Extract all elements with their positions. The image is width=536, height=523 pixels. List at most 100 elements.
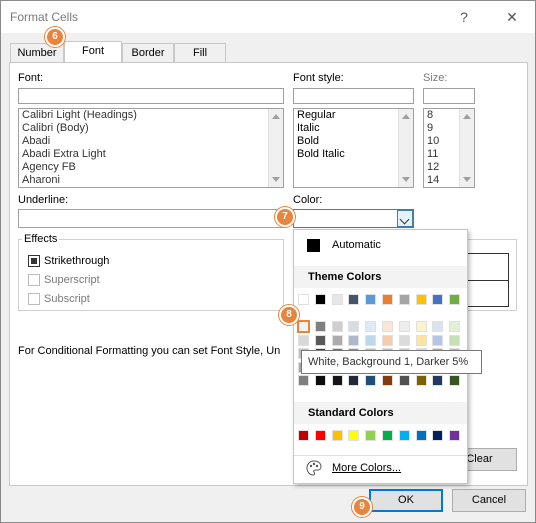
ok-button[interactable]: OK xyxy=(369,489,443,512)
font-list[interactable]: Calibri Light (Headings) Calibri (Body) … xyxy=(18,108,284,188)
tab-font[interactable]: Font xyxy=(64,41,122,64)
theme-shade-swatch[interactable] xyxy=(398,375,410,386)
theme-shade-swatch[interactable] xyxy=(331,334,343,346)
help-button[interactable]: ? xyxy=(453,7,475,27)
theme-color-swatch[interactable] xyxy=(382,294,393,305)
font-style-list[interactable]: Regular Italic Bold Bold Italic xyxy=(293,108,414,188)
standard-color-swatch[interactable] xyxy=(382,430,393,441)
font-input[interactable] xyxy=(18,88,284,104)
palette-icon xyxy=(306,460,322,476)
cancel-button[interactable]: Cancel xyxy=(452,489,526,512)
scroll-down-icon[interactable] xyxy=(272,177,280,182)
theme-shade-swatch[interactable] xyxy=(365,334,377,346)
theme-shade-swatch[interactable] xyxy=(314,375,326,386)
automatic-swatch[interactable] xyxy=(307,239,320,252)
list-item[interactable]: Bold Italic xyxy=(294,148,413,161)
theme-shade-swatch[interactable] xyxy=(298,375,309,386)
theme-shade-swatch[interactable] xyxy=(415,334,427,346)
list-item[interactable]: Agency FB xyxy=(19,161,283,174)
theme-shade-swatch[interactable] xyxy=(415,375,427,386)
step-badge-9: 9 xyxy=(352,497,372,517)
theme-shade-swatch[interactable] xyxy=(348,334,360,346)
theme-color-swatch[interactable] xyxy=(331,294,343,305)
list-item[interactable]: Calibri (Body) xyxy=(19,122,283,135)
theme-shade-swatch[interactable] xyxy=(348,375,360,386)
theme-color-swatch[interactable] xyxy=(365,294,377,305)
theme-shade-swatch[interactable] xyxy=(331,321,343,332)
theme-color-swatch[interactable] xyxy=(398,294,410,305)
standard-color-swatch[interactable] xyxy=(314,430,326,441)
superscript-label: Superscript xyxy=(44,274,100,286)
font-style-input[interactable] xyxy=(293,88,414,104)
theme-shade-swatch[interactable] xyxy=(449,334,461,346)
standard-color-swatch[interactable] xyxy=(432,430,444,441)
scroll-down-icon[interactable] xyxy=(402,177,410,182)
superscript-checkbox[interactable] xyxy=(28,274,40,286)
scroll-down-icon[interactable] xyxy=(463,177,471,182)
font-list-scrollbar[interactable] xyxy=(268,109,283,187)
size-list-scrollbar[interactable] xyxy=(459,109,474,187)
theme-shade-swatch[interactable] xyxy=(331,375,343,386)
color-dropdown-button[interactable] xyxy=(397,210,413,227)
theme-color-swatch[interactable] xyxy=(432,294,444,305)
theme-colors-heading: Theme Colors xyxy=(294,266,467,288)
theme-shade-swatch[interactable] xyxy=(432,375,444,386)
theme-shade-swatch[interactable] xyxy=(432,321,444,332)
standard-color-swatch[interactable] xyxy=(348,430,360,441)
theme-shade-swatch[interactable] xyxy=(398,321,410,332)
subscript-label: Subscript xyxy=(44,293,90,305)
size-list[interactable]: 8 9 10 11 12 14 xyxy=(423,108,475,188)
theme-shade-swatch[interactable] xyxy=(314,321,326,332)
theme-shade-swatch[interactable] xyxy=(449,321,461,332)
strikethrough-checkbox[interactable] xyxy=(28,255,40,267)
scroll-up-icon[interactable] xyxy=(402,114,410,119)
theme-shade-swatch[interactable] xyxy=(365,321,377,332)
theme-color-swatch[interactable] xyxy=(348,294,360,305)
list-item[interactable]: Aharoni xyxy=(19,174,283,187)
list-item[interactable]: Abadi xyxy=(19,135,283,148)
standard-color-swatch[interactable] xyxy=(415,430,427,441)
format-cells-dialog: Format Cells ? ✕ Number Font Border Fill… xyxy=(0,0,536,523)
font-style-scrollbar[interactable] xyxy=(398,109,413,187)
theme-shade-swatch[interactable] xyxy=(398,334,410,346)
subscript-checkbox[interactable] xyxy=(28,293,40,305)
list-item[interactable]: Italic xyxy=(294,122,413,135)
theme-shade-swatch[interactable] xyxy=(298,334,309,346)
standard-color-swatch[interactable] xyxy=(365,430,377,441)
theme-shade-swatch[interactable] xyxy=(382,321,393,332)
theme-shade-swatch[interactable] xyxy=(348,321,360,332)
more-colors-option[interactable]: More Colors... xyxy=(332,462,401,474)
list-item[interactable]: Abadi Extra Light xyxy=(19,148,283,161)
standard-color-swatch[interactable] xyxy=(398,430,410,441)
theme-shade-swatch[interactable] xyxy=(432,334,444,346)
dialog-title: Format Cells xyxy=(10,10,79,24)
theme-shade-swatch[interactable] xyxy=(449,375,461,386)
underline-select[interactable] xyxy=(18,209,284,228)
scroll-up-icon[interactable] xyxy=(463,114,471,119)
standard-color-swatch[interactable] xyxy=(449,430,461,441)
list-item[interactable]: Regular xyxy=(294,109,413,122)
theme-color-swatch[interactable] xyxy=(449,294,461,305)
theme-shade-swatch[interactable] xyxy=(382,334,393,346)
tab-fill[interactable]: Fill xyxy=(174,43,226,63)
standard-colors-heading: Standard Colors xyxy=(294,402,467,424)
scroll-up-icon[interactable] xyxy=(272,114,280,119)
standard-color-swatch[interactable] xyxy=(331,430,343,441)
theme-color-swatch[interactable] xyxy=(415,294,427,305)
list-item[interactable]: Bold xyxy=(294,135,413,148)
list-item[interactable]: Calibri Light (Headings) xyxy=(19,109,283,122)
close-button[interactable]: ✕ xyxy=(501,7,523,27)
theme-shade-swatch[interactable] xyxy=(382,375,393,386)
theme-shade-swatch[interactable] xyxy=(314,334,326,346)
standard-color-swatch[interactable] xyxy=(298,430,309,441)
automatic-option[interactable]: Automatic xyxy=(332,239,381,251)
theme-shade-swatch[interactable] xyxy=(415,321,427,332)
theme-shade-swatch[interactable] xyxy=(298,321,309,332)
font-style-label: Font style: xyxy=(293,72,344,84)
size-input[interactable] xyxy=(423,88,475,104)
theme-color-swatch[interactable] xyxy=(314,294,326,305)
theme-shade-swatch[interactable] xyxy=(365,375,377,386)
theme-color-swatch[interactable] xyxy=(298,294,309,305)
color-select[interactable] xyxy=(293,209,414,228)
tab-border[interactable]: Border xyxy=(122,43,174,63)
